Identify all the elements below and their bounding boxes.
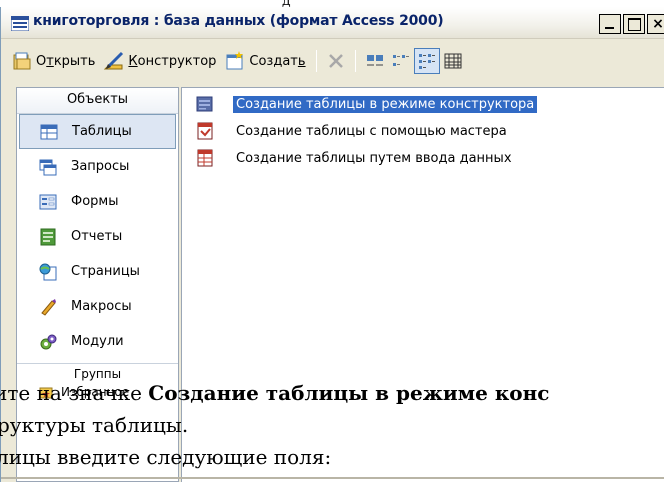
create-button[interactable]: Создать xyxy=(220,47,309,75)
objects-item-label: Страницы xyxy=(71,264,140,279)
objects-item-label: Отчеты xyxy=(71,229,123,244)
objects-item-pages[interactable]: Страницы xyxy=(17,254,178,289)
objects-item-queries[interactable]: Запросы xyxy=(17,149,178,184)
module-icon xyxy=(40,334,57,349)
new-object-icon xyxy=(226,51,244,70)
wizard-icon xyxy=(197,122,213,140)
delete-x-icon xyxy=(328,54,343,68)
design-view-icon xyxy=(196,96,213,112)
delete-button[interactable] xyxy=(323,48,349,74)
objects-item-label: Модули xyxy=(71,334,124,349)
list-item-label: Создание таблицы с помощью мастера xyxy=(236,123,507,139)
objects-item-label: Формы xyxy=(71,194,119,209)
list-item-create-datasheet[interactable]: Создание таблицы путем ввода данных xyxy=(195,147,515,169)
toolbar: Открыть Конструктор Создать xyxy=(1,40,664,82)
database-window: книготорговля : база данных (формат Acce… xyxy=(0,7,664,482)
open-button[interactable]: Открыть xyxy=(7,47,99,75)
document-top-fragment: д xyxy=(0,0,664,7)
objects-header: Объекты xyxy=(17,88,178,114)
table-icon xyxy=(40,124,58,139)
objects-item-label: Макросы xyxy=(71,299,132,314)
objects-item-forms[interactable]: Формы xyxy=(17,184,178,219)
objects-item-tables[interactable]: Таблицы xyxy=(19,114,176,149)
document-text-line-1: ите на значке Создание таблицы в режиме … xyxy=(0,381,550,405)
objects-item-label: Таблицы xyxy=(72,124,132,139)
open-icon xyxy=(13,52,31,70)
form-icon xyxy=(39,194,57,209)
objects-item-macros[interactable]: Макросы xyxy=(17,289,178,324)
toolbar-separator xyxy=(354,50,356,72)
page-icon xyxy=(39,263,57,280)
details-view-button[interactable] xyxy=(440,48,466,74)
document-text-line-3: лицы введите следующие поля: xyxy=(0,445,332,469)
design-ruler-icon xyxy=(104,51,124,70)
window-title: книготорговля : база данных (формат Acce… xyxy=(33,13,444,29)
title-bar[interactable]: книготорговля : база данных (формат Acce… xyxy=(1,7,664,39)
large-icons-button[interactable] xyxy=(362,48,388,74)
database-window-icon xyxy=(11,16,29,31)
query-icon xyxy=(39,159,57,175)
maximize-button[interactable] xyxy=(623,14,645,34)
datasheet-icon xyxy=(197,149,213,167)
toolbar-separator xyxy=(315,50,317,72)
close-button[interactable]: × xyxy=(647,14,664,34)
window-bottom-edge xyxy=(1,477,664,479)
list-item-create-design-view[interactable]: Создание таблицы в режиме конструктора xyxy=(195,93,538,115)
list-view-icon xyxy=(418,54,435,69)
macro-icon xyxy=(41,298,56,316)
groups-header[interactable]: Группы xyxy=(17,363,178,383)
objects-item-reports[interactable]: Отчеты xyxy=(17,219,178,254)
list-item-create-wizard[interactable]: Создание таблицы с помощью мастера xyxy=(195,120,510,142)
small-icons-icon xyxy=(392,55,409,66)
large-icons-icon xyxy=(366,55,383,66)
objects-item-label: Запросы xyxy=(71,159,130,174)
document-text-line-2: руктуры таблицы. xyxy=(0,413,189,437)
list-item-label: Создание таблицы в режиме конструктора xyxy=(233,95,538,113)
list-view-button[interactable] xyxy=(413,48,440,74)
report-icon xyxy=(40,228,56,245)
objects-list: Создание таблицы в режиме конструктора С… xyxy=(181,87,664,482)
objects-item-modules[interactable]: Модули xyxy=(17,324,178,359)
list-item-label: Создание таблицы путем ввода данных xyxy=(236,150,512,166)
minimize-button[interactable] xyxy=(599,14,621,34)
details-view-icon xyxy=(444,53,462,69)
small-icons-button[interactable] xyxy=(388,48,414,74)
design-button[interactable]: Конструктор xyxy=(99,47,220,75)
